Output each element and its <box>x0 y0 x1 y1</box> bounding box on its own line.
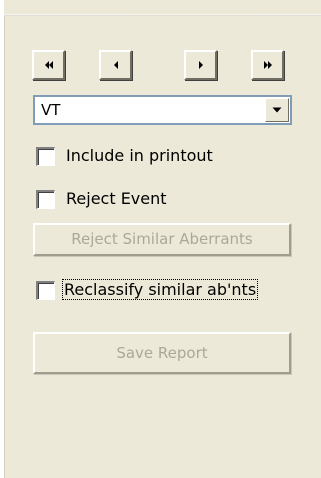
reclassify-row[interactable]: Reclassify similar ab'nts <box>36 279 296 303</box>
last-event-button[interactable] <box>251 50 284 80</box>
rhythm-select-value: VT <box>41 101 61 119</box>
right-arrow-icon <box>198 61 203 69</box>
event-panel: VT Include in printout Reject Event Reje… <box>4 0 321 478</box>
reject-similar-aberrants-label: Reject Similar Aberrants <box>71 230 253 248</box>
reject-event-checkbox[interactable] <box>36 190 55 209</box>
save-report-label: Save Report <box>116 344 208 362</box>
first-event-button[interactable] <box>32 50 65 80</box>
include-printout-row[interactable]: Include in printout <box>36 145 256 169</box>
include-printout-label: Include in printout <box>66 146 213 165</box>
reject-event-row[interactable]: Reject Event <box>36 188 196 212</box>
reject-event-label: Reject Event <box>66 189 167 208</box>
left-arrow-icon <box>113 61 118 69</box>
previous-event-button[interactable] <box>99 50 132 80</box>
panel-left-edge <box>4 16 5 478</box>
chevron-down-icon <box>272 107 282 113</box>
rhythm-select[interactable]: VT <box>33 95 292 125</box>
next-event-button[interactable] <box>184 50 217 80</box>
include-printout-checkbox[interactable] <box>36 147 55 166</box>
double-left-arrow-icon <box>44 61 53 69</box>
reclassify-checkbox[interactable] <box>36 281 55 300</box>
reject-similar-aberrants-button[interactable]: Reject Similar Aberrants <box>33 223 291 256</box>
reclassify-label: Reclassify similar ab'nts <box>61 279 259 300</box>
rhythm-dropdown-button[interactable] <box>265 98 289 122</box>
panel-top-edge <box>4 14 321 16</box>
double-right-arrow-icon <box>263 61 272 69</box>
save-report-button[interactable]: Save Report <box>33 332 291 374</box>
